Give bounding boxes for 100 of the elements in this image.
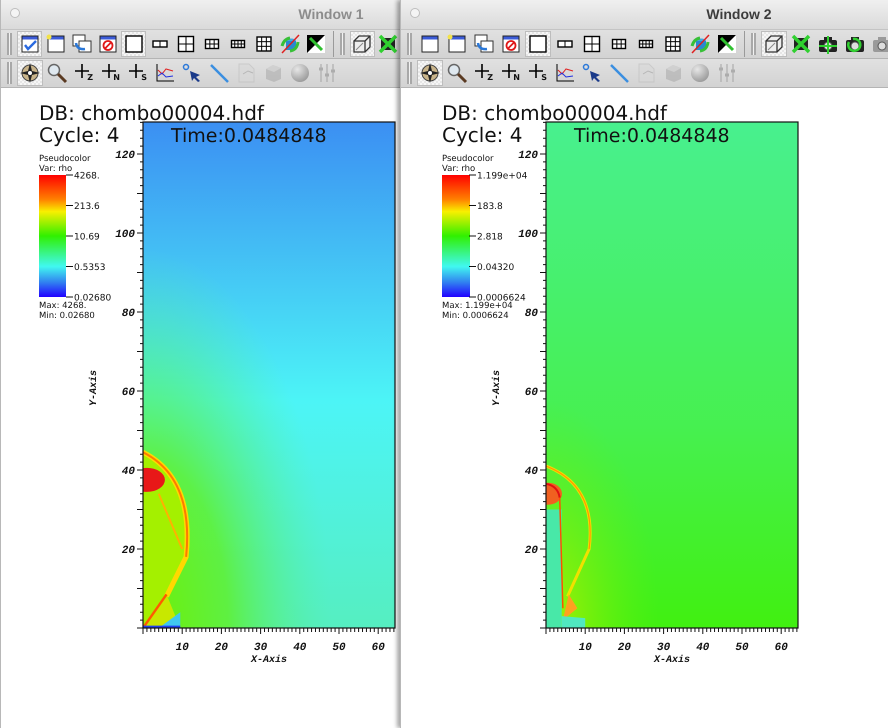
pick-button[interactable]: N — [498, 60, 524, 86]
y-axis-label: Y-Axis — [89, 370, 100, 406]
pick-button[interactable]: S — [125, 60, 151, 86]
layout-grid-icon — [638, 40, 654, 48]
cross-arrows-icon — [790, 32, 812, 55]
x-tick-label: 60 — [774, 642, 788, 654]
database-name-text: DB: chombo00004.hdf — [442, 101, 667, 126]
line-icon — [608, 62, 630, 84]
window-icon — [419, 32, 441, 55]
toolbar-button[interactable] — [17, 60, 43, 86]
new-window-icon — [446, 32, 468, 55]
layout-grid-icon — [584, 36, 600, 52]
x-axis-label: X-Axis — [654, 655, 690, 666]
toolbar-button[interactable] — [16, 30, 42, 57]
pick-button[interactable]: S — [525, 60, 551, 86]
crosshair-icon — [129, 64, 143, 78]
layout-grid-icon — [557, 40, 573, 48]
legend-title: Pseudocolor — [39, 154, 91, 164]
layout-grid-icon — [665, 36, 681, 52]
x-tick-label: 10 — [176, 642, 189, 654]
legend-min-text: Min: 0.02680 — [39, 311, 95, 322]
x-tick-label: 20 — [618, 642, 631, 654]
crosshair-icon — [502, 64, 516, 78]
copy-windows-icon — [70, 32, 93, 55]
copy-windows-icon — [473, 32, 495, 55]
window-check-icon — [18, 32, 40, 55]
toolbar-handle[interactable] — [7, 62, 12, 84]
crosshair-icon — [475, 64, 489, 78]
layout-grid-icon — [612, 38, 626, 50]
y-tick-label: 80 — [524, 308, 538, 320]
x-tick-label: 40 — [696, 642, 710, 654]
legend-tick-label: 4268. — [74, 172, 100, 182]
y-tick-label: 80 — [122, 308, 135, 320]
line-chart-icon — [154, 62, 176, 84]
sphere-icon — [689, 62, 711, 84]
pointer-icon — [181, 62, 203, 84]
y-tick-label: 20 — [524, 545, 538, 558]
pick-button[interactable]: Z — [471, 60, 497, 86]
toolbar-handle[interactable] — [7, 32, 12, 55]
sphere-icon — [289, 62, 311, 84]
y-tick-label: 120 — [518, 150, 538, 162]
legend-variable: Var: rho — [442, 164, 476, 174]
y-tick-label: 120 — [115, 150, 135, 162]
compass-icon — [419, 62, 441, 84]
database-name-text: DB: chombo00004.hdf — [39, 101, 264, 126]
toolbar-handle[interactable] — [751, 32, 756, 55]
legend-max-text: Max: 1.199e+04 — [442, 301, 513, 312]
legend-variable: Var: rho — [39, 164, 72, 174]
toolbar-handle[interactable] — [407, 32, 412, 55]
x-tick-label: 60 — [372, 642, 385, 654]
layout-grid-icon — [152, 40, 168, 48]
time-text: Time:0.0484848 — [574, 125, 730, 148]
y-tick-label: 20 — [122, 545, 135, 558]
cycle-text: Cycle: 4 — [39, 123, 120, 148]
legend-tick-label: 1.199e+04 — [477, 172, 528, 182]
toolbar-button[interactable] — [417, 60, 443, 86]
delete-window-icon — [96, 32, 119, 55]
cross-arrows-icon — [377, 32, 400, 55]
crosshair-icon — [102, 64, 116, 78]
x-tick-label: 20 — [214, 642, 228, 654]
sliders-icon — [716, 62, 738, 84]
x-tick-label: 50 — [735, 642, 749, 654]
pointer-icon — [581, 62, 603, 84]
toolbar-button[interactable] — [121, 30, 146, 57]
window-title: Window 2 — [706, 6, 772, 22]
line-chart-icon — [554, 62, 576, 84]
toolbar-button[interactable] — [350, 30, 375, 57]
layout-grid-icon — [230, 40, 246, 48]
toolbar-button[interactable] — [525, 30, 551, 57]
legend-tick-label: 2.818 — [477, 232, 503, 243]
delete-window-icon — [500, 32, 522, 55]
zoom-icon — [446, 62, 468, 84]
layout-grid-icon — [204, 38, 220, 50]
time-text: Time:0.0484848 — [171, 125, 327, 148]
legend-max-text: Max: 4268. — [39, 301, 86, 312]
legend-tick-label: 213.6 — [74, 202, 100, 212]
cycle-text: Cycle: 4 — [442, 123, 522, 148]
rotation-off-icon — [279, 32, 302, 55]
crosshair-icon — [75, 64, 89, 78]
toolbar-handle[interactable] — [407, 62, 412, 84]
full-frame-icon — [716, 32, 738, 55]
x-tick-label: 10 — [578, 642, 592, 654]
y-tick-label: 60 — [122, 387, 135, 400]
layout-grid-icon — [529, 35, 547, 53]
legend-tick-label: 0.5353 — [74, 263, 106, 274]
layout-grid-icon — [256, 36, 272, 52]
legend-title: Pseudocolor — [442, 154, 494, 164]
pick-button[interactable]: N — [98, 60, 124, 86]
y-axis-label: Y-Axis — [492, 370, 503, 406]
toolbar-button[interactable] — [761, 30, 787, 57]
window-title: Window 1 — [298, 6, 364, 22]
toolbar-handle[interactable] — [340, 32, 345, 55]
pick-button[interactable]: Z — [71, 60, 97, 86]
compass-icon — [19, 62, 41, 84]
legend-tick-label: 183.8 — [477, 202, 503, 212]
x-axis-label: X-Axis — [251, 655, 287, 666]
crosshair-icon — [529, 64, 543, 78]
rotation-off-icon — [689, 32, 711, 55]
layout-grid-icon — [178, 36, 194, 52]
new-window-icon — [44, 32, 67, 55]
